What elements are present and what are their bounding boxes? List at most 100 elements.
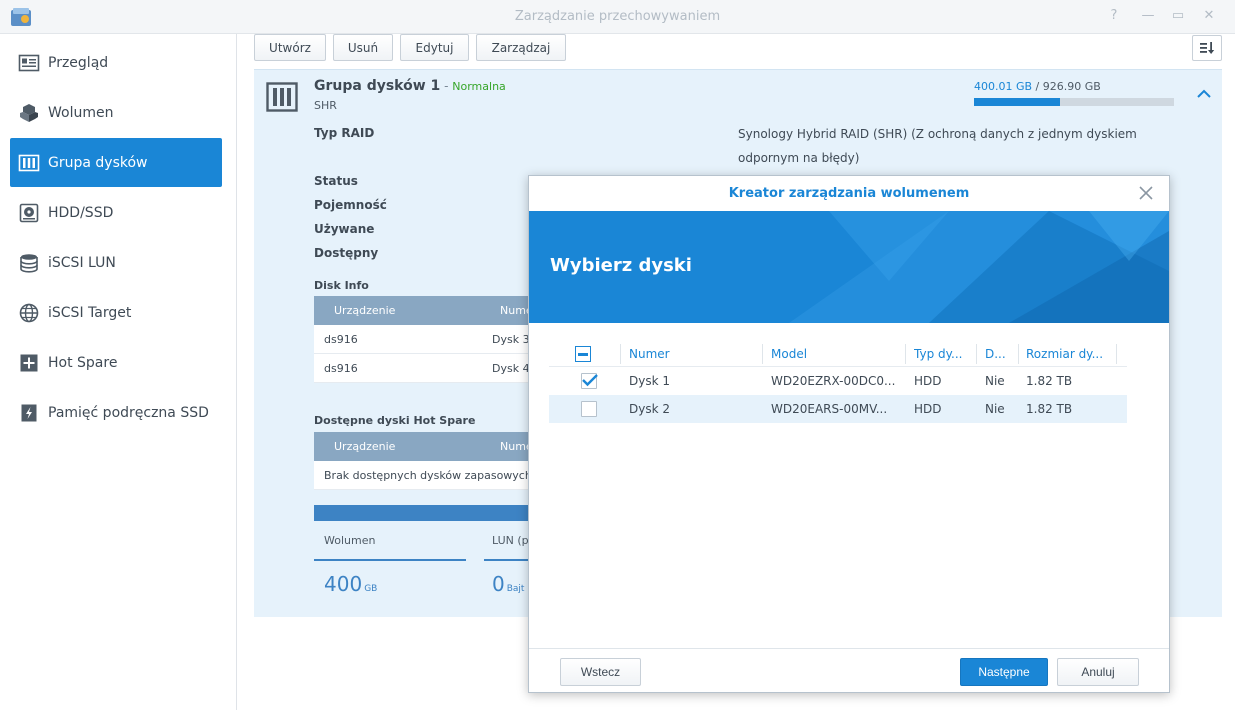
row-checkbox-checked[interactable] <box>581 373 598 389</box>
device-cell: ds916 <box>324 362 358 375</box>
sidebar-item-label: iSCSI LUN <box>48 254 116 271</box>
usage-used: 400.01 GB <box>974 80 1033 93</box>
close-icon[interactable] <box>1137 184 1155 202</box>
volume-stat-label: Wolumen <box>324 534 376 547</box>
sidebar-item-iscsi-lun[interactable]: iSCSI LUN <box>10 238 222 287</box>
column-header-number[interactable]: Numer <box>629 341 759 367</box>
disk-info-table: Urządzenie Nume ds916 Dysk 3 ds916 Dysk … <box>314 296 554 383</box>
column-divider <box>762 344 763 364</box>
pool-title: Grupa dysków 1 - Normalna <box>314 78 506 94</box>
maximize-icon[interactable]: ▭ <box>1169 8 1187 23</box>
raid-type-value: Synology Hybrid RAID (SHR) (Z ochroną da… <box>738 127 1137 165</box>
grid-header: Numer Model Typ dy... D... Rozmiar dy... <box>549 341 1127 367</box>
close-icon[interactable]: ✕ <box>1200 8 1218 23</box>
lun-stat-label: LUN (p <box>492 534 529 547</box>
usage-total: 926.90 GB <box>1042 80 1101 93</box>
sidebar-item-label: Hot Spare <box>48 354 118 371</box>
number-cell: Dysk 3 <box>492 333 530 346</box>
table-row[interactable]: ds916 Dysk 3 <box>314 325 554 354</box>
disk-number-cell: Dysk 1 <box>629 374 670 388</box>
usage-text: 400.01 GB / 926.90 GB <box>974 80 1101 93</box>
table-row-empty: Brak dostępnych dysków zapasowych <box>314 461 554 490</box>
usage-slash: / <box>1032 80 1043 93</box>
disk-type-cell: HDD <box>914 374 942 388</box>
sidebar-item-label: iSCSI Target <box>48 304 132 321</box>
hot-spare-title: Dostępne dyski Hot Spare <box>314 414 476 427</box>
dialog-banner: Wybierz dyski <box>529 211 1169 323</box>
iscsi-lun-icon <box>18 252 40 274</box>
column-header-size[interactable]: Rozmiar dy... <box>1026 341 1116 367</box>
column-header-device: Urządzenie <box>334 304 396 317</box>
disk-model-cell: WD20EZRX-00DC0... <box>771 374 896 388</box>
disk-size-cell: 1.82 TB <box>1026 402 1073 416</box>
capacity-label: Pojemność <box>314 198 387 212</box>
dialog-footer-divider <box>529 648 1169 649</box>
sort-button[interactable] <box>1192 35 1222 61</box>
sidebar-item-label: Przegląd <box>48 54 109 71</box>
column-header-d[interactable]: D... <box>985 341 1013 367</box>
column-header-disk-type[interactable]: Typ dy... <box>914 341 976 367</box>
sidebar-item-iscsi-target[interactable]: iSCSI Target <box>10 288 222 337</box>
column-divider <box>1116 344 1117 364</box>
sidebar-item-label: Wolumen <box>48 104 114 121</box>
empty-message: Brak dostępnych dysków zapasowych <box>324 469 532 482</box>
help-icon[interactable]: ? <box>1105 8 1123 23</box>
disk-group-icon <box>266 82 298 112</box>
dialog-step-title: Wybierz dyski <box>550 255 692 276</box>
table-row[interactable]: Dysk 2 WD20EARS-00MV... HDD Nie 1.82 TB <box>549 395 1127 423</box>
sidebar-item-label: HDD/SSD <box>48 204 114 221</box>
allocation-bar <box>314 505 554 521</box>
usage-bar-fill <box>974 98 1061 106</box>
pool-name: Grupa dysków 1 <box>314 78 441 94</box>
dialog-title: Kreator zarządzania wolumenem <box>728 186 970 201</box>
available-label: Dostępny <box>314 246 379 260</box>
status-label: Status <box>314 174 358 188</box>
lun-stat-value: 0 Bajt <box>492 572 524 596</box>
title-bar: Zarządzanie przechowywaniem ? — ▭ ✕ <box>0 0 1235 34</box>
usage-bar <box>974 98 1174 106</box>
disk-selection-grid: Numer Model Typ dy... D... Rozmiar dy...… <box>549 341 1127 423</box>
column-divider <box>620 344 621 364</box>
column-header-model[interactable]: Model <box>771 341 901 367</box>
disk-model-cell: WD20EARS-00MV... <box>771 402 888 416</box>
window-title: Zarządzanie przechowywaniem <box>514 9 721 24</box>
lun-stat-number: 0 <box>492 572 505 596</box>
disk-d-cell: Nie <box>985 374 1005 388</box>
manage-button[interactable]: Zarządzaj <box>476 34 566 61</box>
sidebar-item-volume[interactable]: Wolumen <box>10 88 222 137</box>
sidebar-item-hot-spare[interactable]: Hot Spare <box>10 338 222 387</box>
delete-button[interactable]: Usuń <box>333 34 393 61</box>
pool-separator: - <box>440 79 453 93</box>
sidebar-item-hdd-ssd[interactable]: HDD/SSD <box>10 188 222 237</box>
table-header: Urządzenie Nume <box>314 432 554 461</box>
edit-button[interactable]: Edytuj <box>400 34 469 61</box>
sidebar-item-disk-group[interactable]: Grupa dysków <box>10 138 222 187</box>
hot-spare-icon <box>18 352 40 374</box>
back-button[interactable]: Wstecz <box>560 658 641 686</box>
table-row[interactable]: ds916 Dysk 4 <box>314 354 554 383</box>
iscsi-target-icon <box>18 302 40 324</box>
create-button[interactable]: Utwórz <box>254 34 326 61</box>
status-badge: Normalna <box>452 80 506 93</box>
column-divider <box>976 344 977 364</box>
chevron-up-icon[interactable] <box>1194 86 1214 102</box>
ssd-cache-icon <box>18 402 40 424</box>
table-row[interactable]: Dysk 1 WD20EZRX-00DC0... HDD Nie 1.82 TB <box>549 367 1127 395</box>
next-button[interactable]: Następne <box>960 658 1048 686</box>
used-label: Używane <box>314 222 375 236</box>
lun-stat-unit: Bajt <box>506 584 525 594</box>
row-checkbox[interactable] <box>581 401 597 417</box>
minimize-icon[interactable]: — <box>1139 8 1157 23</box>
hot-spare-table: Urządzenie Nume Brak dostępnych dysków z… <box>314 432 554 490</box>
disk-d-cell: Nie <box>985 402 1005 416</box>
raid-type-label: Typ RAID <box>314 126 375 140</box>
column-divider <box>1018 344 1019 364</box>
sidebar-item-ssd-cache[interactable]: Pamięć podręczna SSD <box>10 388 222 437</box>
cancel-button[interactable]: Anuluj <box>1057 658 1139 686</box>
disk-info-title: Disk Info <box>314 279 369 292</box>
checkmark-icon <box>582 374 598 387</box>
sidebar-item-label: Grupa dysków <box>48 154 148 171</box>
number-cell: Dysk 4 <box>492 362 530 375</box>
sidebar-item-overview[interactable]: Przegląd <box>10 38 222 87</box>
select-all-checkbox[interactable] <box>575 346 591 362</box>
